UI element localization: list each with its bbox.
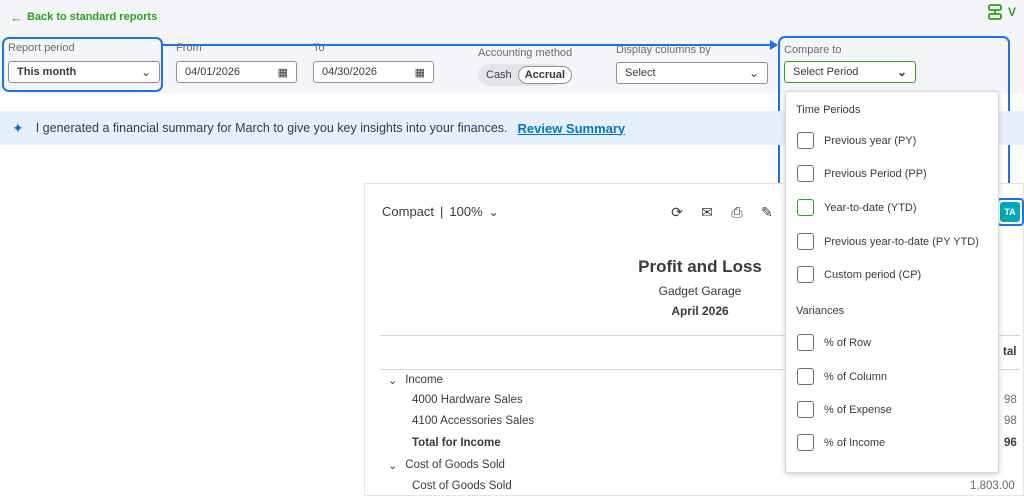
layout-icon <box>988 4 1002 20</box>
row-value: 1,803.00 <box>970 480 1015 492</box>
chevron-down-icon: ⌄ <box>748 66 759 80</box>
compare-to-value: Select Period <box>793 66 859 78</box>
back-label: Back to standard reports <box>27 11 158 23</box>
back-to-reports-link[interactable]: ← Back to standard reports <box>10 9 158 25</box>
sparkle-icon: ✦ <box>12 119 24 136</box>
checkbox[interactable] <box>797 266 814 283</box>
table-row: 4100 Accessories Sales <box>412 415 535 427</box>
table-row: 4000 Hardware Sales <box>412 394 523 406</box>
section-toggle-income[interactable]: ⌄ Income <box>388 374 443 387</box>
option-label: Year-to-date (YTD) <box>824 201 917 214</box>
banner-text: I generated a financial summary for Marc… <box>35 121 508 135</box>
row-value: 96 <box>1004 437 1017 449</box>
accounting-method-label: Accounting method <box>478 47 573 59</box>
report-period-heading: April 2026 <box>671 304 729 318</box>
calendar-icon: ▦ <box>414 66 425 79</box>
column-tag[interactable]: TA <box>1000 202 1020 222</box>
option-label: % of Row <box>824 336 872 349</box>
row-value: 98 <box>1004 415 1017 427</box>
top-right-label: V <box>1008 5 1017 19</box>
report-period-label: Report period <box>8 42 75 54</box>
arrow-left-icon: ← <box>10 9 23 25</box>
top-right-action[interactable]: V <box>988 4 1016 20</box>
chevron-down-icon: ⌄ <box>388 375 398 387</box>
to-date-value: 04/30/2026 <box>322 66 378 78</box>
option-percent-of-row[interactable]: % of Row <box>797 334 871 351</box>
checkbox[interactable] <box>797 132 814 149</box>
chevron-down-icon: ⌄ <box>488 204 499 219</box>
checkbox[interactable] <box>797 199 814 216</box>
accrual-option[interactable]: Accrual <box>517 66 573 84</box>
compare-to-dropdown: Time Periods Previous year (PY) Previous… <box>785 91 999 473</box>
view-mode-select[interactable]: Compact | 100% ⌄ <box>382 204 499 219</box>
report-period-select[interactable]: This month ⌄ <box>8 61 160 83</box>
option-custom-period[interactable]: Custom period (CP) <box>797 266 921 283</box>
export-icon[interactable]: ✎ <box>758 203 776 221</box>
option-label: Previous Period (PP) <box>824 167 927 180</box>
to-label: To <box>313 42 325 54</box>
company-name: Gadget Garage <box>658 284 742 298</box>
column-header-total: tal <box>1003 346 1017 358</box>
accounting-method-toggle: Cash Accrual <box>478 64 573 86</box>
option-label: Custom period (CP) <box>824 268 922 281</box>
from-label: From <box>176 42 202 54</box>
variances-heading: Variances <box>796 305 845 317</box>
checkbox[interactable] <box>797 233 814 250</box>
option-label: % of Expense <box>824 403 892 416</box>
from-date-input[interactable]: 04/01/2026 ▦ <box>176 61 297 83</box>
option-label: Previous year-to-date (PY YTD) <box>824 235 979 248</box>
option-percent-of-column[interactable]: % of Column <box>797 368 887 385</box>
option-percent-of-income[interactable]: % of Income <box>797 434 885 451</box>
option-previous-year-to-date[interactable]: Previous year-to-date (PY YTD) <box>797 233 979 250</box>
display-columns-value: Select <box>625 67 656 79</box>
compare-to-label: Compare to <box>784 44 842 56</box>
option-label: Previous year (PY) <box>824 134 917 147</box>
display-columns-select[interactable]: Select ⌄ <box>616 62 768 84</box>
cash-option[interactable]: Cash <box>480 69 518 81</box>
calendar-icon: ▦ <box>277 66 288 79</box>
chevron-down-icon: ⌄ <box>388 460 398 472</box>
view-mode-label: Compact <box>382 204 435 219</box>
display-columns-label: Display columns by <box>616 44 711 56</box>
chevron-down-icon: ⌄ <box>896 65 907 79</box>
checkbox[interactable] <box>797 165 814 182</box>
checkbox[interactable] <box>797 434 814 451</box>
row-label: Income <box>405 374 443 386</box>
checkbox[interactable] <box>797 334 814 351</box>
checkbox[interactable] <box>797 401 814 418</box>
report-actions: ⟳ ✉ ⎙ ✎ <box>668 203 776 221</box>
time-periods-heading: Time Periods <box>796 104 861 116</box>
separator: | <box>440 204 444 219</box>
option-year-to-date[interactable]: Year-to-date (YTD) <box>797 199 917 216</box>
option-previous-period[interactable]: Previous Period (PP) <box>797 165 927 182</box>
from-date-value: 04/01/2026 <box>185 66 241 78</box>
table-row-total: Total for Income <box>412 437 501 449</box>
row-label: Cost of Goods Sold <box>405 459 505 471</box>
refresh-icon[interactable]: ⟳ <box>668 203 686 221</box>
to-date-input[interactable]: 04/30/2026 ▦ <box>313 61 434 83</box>
email-icon[interactable]: ✉ <box>698 203 716 221</box>
table-row: Cost of Goods Sold <box>412 480 512 492</box>
zoom-value: 100% <box>449 204 483 219</box>
report-title: Profit and Loss <box>638 257 762 276</box>
report-period-value: This month <box>17 66 77 78</box>
print-icon[interactable]: ⎙ <box>728 203 746 221</box>
option-previous-year[interactable]: Previous year (PY) <box>797 132 916 149</box>
section-toggle-cogs[interactable]: ⌄ Cost of Goods Sold <box>388 459 505 472</box>
row-value: 98 <box>1004 394 1017 406</box>
chevron-down-icon: ⌄ <box>140 65 151 79</box>
option-label: % of Income <box>824 436 886 449</box>
checkbox[interactable] <box>797 368 814 385</box>
review-summary-link[interactable]: Review Summary <box>518 121 626 136</box>
compare-to-select[interactable]: Select Period ⌄ <box>784 61 916 83</box>
option-label: % of Column <box>824 370 887 383</box>
option-percent-of-expense[interactable]: % of Expense <box>797 401 892 418</box>
